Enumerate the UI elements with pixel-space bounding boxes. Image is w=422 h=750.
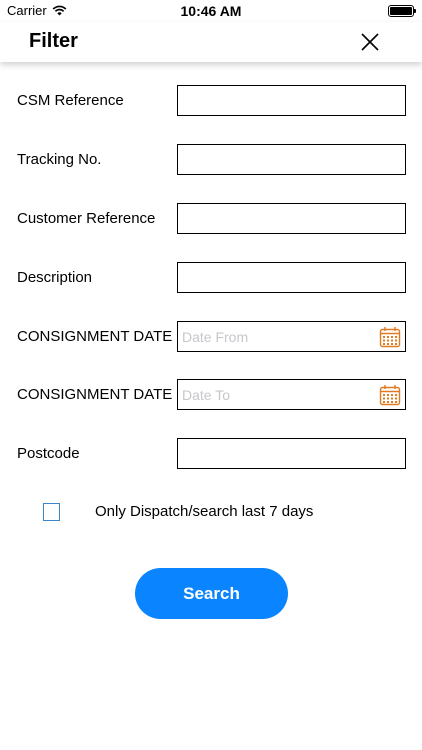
nav-bar: Filter [0,22,422,62]
customer-reference-input[interactable] [177,203,406,234]
search-button[interactable]: Search [135,568,288,619]
field-row-date-from: CONSIGNMENT DATE [0,321,422,353]
postcode-label: Postcode [17,445,80,462]
page-title: Filter [29,30,78,52]
last-7-days-label: Only Dispatch/search last 7 days [95,503,314,520]
description-label: Description [17,269,93,286]
field-row-tracking-no: Tracking No. [0,144,422,176]
field-row-date-to: CONSIGNMENT DATE [0,379,422,411]
field-row-postcode: Postcode [0,438,422,470]
customer-reference-label: Customer Reference [17,210,156,227]
date-from-input[interactable] [177,321,406,352]
consignment-date-from-label: CONSIGNMENT DATE [17,328,173,345]
csm-reference-label: CSM Reference [17,92,124,109]
field-row-csm-reference: CSM Reference [0,85,422,117]
postcode-input[interactable] [177,438,406,469]
consignment-date-to-label: CONSIGNMENT DATE [17,386,173,403]
tracking-no-label: Tracking No. [17,151,102,168]
field-row-customer-reference: Customer Reference [0,203,422,235]
status-time: 10:46 AM [180,3,242,19]
calendar-icon[interactable] [379,326,401,348]
field-row-description: Description [0,262,422,294]
date-to-input[interactable] [177,379,406,410]
calendar-icon[interactable] [379,384,401,406]
tracking-no-input[interactable] [177,144,406,175]
status-bar: Carrier 10:46 AM [0,0,422,22]
description-input[interactable] [177,262,406,293]
csm-reference-input[interactable] [177,85,406,116]
close-icon[interactable] [358,30,382,54]
battery-icon [388,5,416,17]
last-7-days-checkbox[interactable] [43,503,60,521]
